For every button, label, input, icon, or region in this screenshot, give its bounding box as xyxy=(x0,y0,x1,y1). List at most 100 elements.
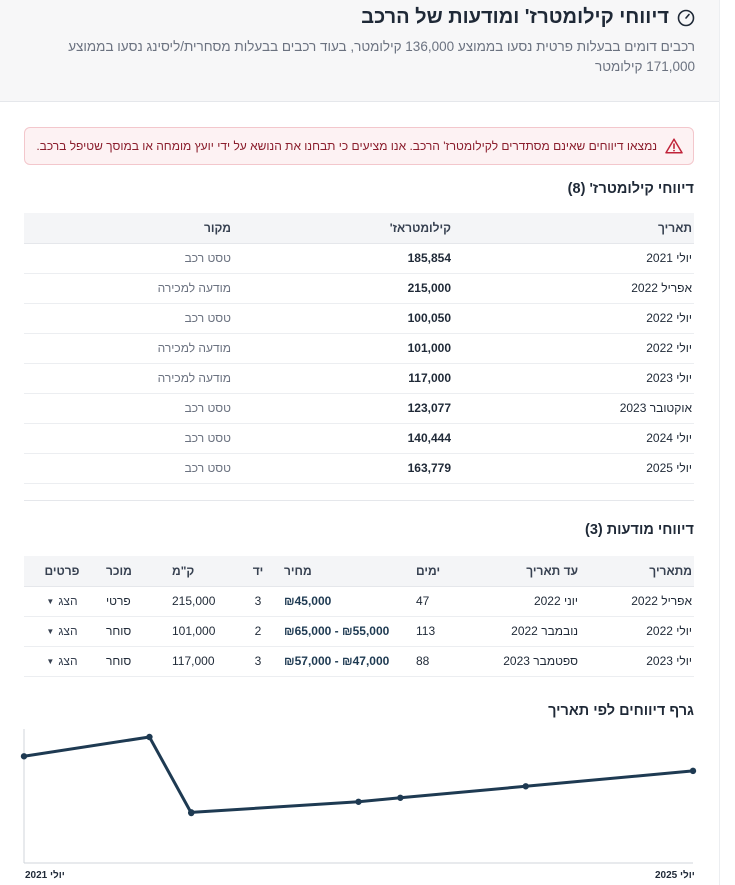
alert-text: נמצאו דיווחים שאינם מסתדרים לקילומטרז' ה… xyxy=(36,139,657,153)
row-source: טסט רכב xyxy=(24,243,241,274)
table-row: אוקטובר 2023 123,077 טסט רכב xyxy=(24,393,694,424)
row-date: יולי 2022 xyxy=(461,303,694,334)
col-hand: יד xyxy=(238,556,278,587)
row-hand: 2 xyxy=(238,616,278,647)
row-source: מודעה למכירה xyxy=(24,363,241,394)
section-divider xyxy=(24,500,694,501)
ads-section-title: דיווחי מודעות (3) xyxy=(585,522,694,538)
table-row: יולי 2023 117,000 מודעה למכירה xyxy=(24,363,694,394)
table-row: אפריל 2022 215,000 מודעה למכירה xyxy=(24,273,694,304)
table-row: יולי 2022 100,050 טסט רכב xyxy=(24,303,694,334)
row-source: טסט רכב xyxy=(24,423,241,454)
chevron-down-icon: ▼ xyxy=(46,596,55,606)
table-row: יולי 2023 ספטמבר 2023 88 ₪47,000 - ₪57,000 3… xyxy=(24,646,694,677)
data-point[interactable] xyxy=(397,794,404,801)
row-mileage: 117,000 xyxy=(241,363,461,394)
row-mileage: 215,000 xyxy=(241,273,461,304)
row-source: מודעה למכירה xyxy=(24,273,241,304)
mileage-section-title: דיווחי קילומטרז' (8) xyxy=(567,181,694,197)
row-to-date: נובמבר 2022 xyxy=(462,616,584,647)
table-row: יולי 2024 140,444 טסט רכב xyxy=(24,423,694,454)
table-header-row: תאריך קילומטראז' מקור xyxy=(24,213,694,244)
table-row: יולי 2025 163,779 טסט רכב xyxy=(24,453,694,484)
row-mileage: 123,077 xyxy=(241,393,461,424)
row-km: 215,000 xyxy=(166,586,238,617)
row-date: אפריל 2022 xyxy=(461,273,694,304)
row-price: ₪55,000 - ₪65,000 xyxy=(278,616,410,647)
row-from-date: יולי 2022 xyxy=(584,616,694,647)
row-hand: 3 xyxy=(238,646,278,677)
row-to-date: ספטמבר 2023 xyxy=(462,646,584,677)
chevron-down-icon: ▼ xyxy=(46,626,55,636)
table-row: יולי 2022 נובמבר 2022 113 ₪55,000 - ₪65,000… xyxy=(24,616,694,647)
row-mileage: 140,444 xyxy=(241,423,461,454)
show-details-button[interactable]: הצג ▼ xyxy=(46,594,77,608)
show-details-button[interactable]: הצג ▼ xyxy=(46,624,77,638)
row-seller: סוחר xyxy=(100,646,166,677)
row-date: יולי 2025 xyxy=(461,453,694,484)
col-days: ימים xyxy=(410,556,462,587)
chart-title: גרף דיווחים לפי תאריך xyxy=(548,703,694,719)
show-details-label: הצג xyxy=(58,594,78,608)
header-title-row: דיווחי קילומטרז' ומודעות של הרכב xyxy=(361,6,695,29)
row-mileage: 100,050 xyxy=(241,303,461,334)
col-price: מחיר xyxy=(278,556,410,587)
col-date: תאריך xyxy=(461,213,694,244)
mileage-warning-alert: נמצאו דיווחים שאינם מסתדרים לקילומטרז' ה… xyxy=(24,127,694,165)
row-source: מודעה למכירה xyxy=(24,333,241,364)
row-date: יולי 2023 xyxy=(461,363,694,394)
row-details: הצג ▼ xyxy=(24,586,100,617)
row-date: אוקטובר 2023 xyxy=(461,393,694,424)
row-price: ₪47,000 - ₪57,000 xyxy=(278,646,410,677)
row-seller: פרטי xyxy=(100,586,166,617)
data-point[interactable] xyxy=(146,733,153,741)
row-seller: סוחר xyxy=(100,616,166,647)
show-details-label: הצג xyxy=(58,654,78,668)
col-to-date: עד תאריך xyxy=(462,556,584,587)
col-seller: מוכר xyxy=(100,556,166,587)
row-mileage: 185,854 xyxy=(241,243,461,274)
x-axis-end-label: יולי 2025 xyxy=(655,870,695,881)
col-mileage: קילומטראז' xyxy=(241,213,461,244)
col-km: ק"מ xyxy=(166,556,238,587)
row-days: 88 xyxy=(410,646,462,677)
ads-table: מתאריך עד תאריך ימים מחיר יד ק"מ מוכר פר… xyxy=(24,556,694,677)
table-row: יולי 2021 185,854 טסט רכב xyxy=(24,243,694,274)
data-point[interactable] xyxy=(522,783,529,790)
data-point[interactable] xyxy=(188,809,195,816)
row-km: 117,000 xyxy=(166,646,238,677)
show-details-label: הצג xyxy=(58,624,78,638)
table-header-row: מתאריך עד תאריך ימים מחיר יד ק"מ מוכר פר… xyxy=(24,556,694,587)
col-details: פרטים xyxy=(24,556,100,587)
row-km: 101,000 xyxy=(166,616,238,647)
mileage-chart: יולי 2021 יולי 2025 xyxy=(0,725,719,885)
col-source: מקור xyxy=(24,213,241,244)
row-to-date: יוני 2022 xyxy=(462,586,584,617)
row-from-date: אפריל 2022 xyxy=(584,586,694,617)
page-subtitle: רכבים דומים בבעלות פרטית נסעו בממוצע 136… xyxy=(68,39,695,74)
data-point[interactable] xyxy=(689,767,697,775)
scrollbar[interactable] xyxy=(719,0,735,885)
chevron-down-icon: ▼ xyxy=(46,656,55,666)
mileage-table: תאריך קילומטראז' מקור יולי 2021 185,854 טס… xyxy=(24,213,694,484)
row-source: טסט רכב xyxy=(24,303,241,334)
show-details-button[interactable]: הצג ▼ xyxy=(46,654,77,668)
row-hand: 3 xyxy=(238,586,278,617)
data-point[interactable] xyxy=(355,798,362,805)
page-title: דיווחי קילומטרז' ומודעות של הרכב xyxy=(361,6,669,28)
speedometer-icon xyxy=(677,9,695,26)
x-axis-start-label: יולי 2021 xyxy=(25,870,65,881)
mileage-line-chart xyxy=(20,729,697,864)
row-date: יולי 2024 xyxy=(461,423,694,454)
row-date: יולי 2021 xyxy=(461,243,694,274)
data-point[interactable] xyxy=(20,753,28,760)
row-date: יולי 2022 xyxy=(461,333,694,364)
row-source: טסט רכב xyxy=(24,453,241,484)
col-from-date: מתאריך xyxy=(584,556,694,587)
table-row: אפריל 2022 יוני 2022 47 ₪45,000 3 215,000 פרטי… xyxy=(24,586,694,617)
row-mileage: 101,000 xyxy=(241,333,461,364)
row-days: 113 xyxy=(410,616,462,647)
row-details: הצג ▼ xyxy=(24,616,100,647)
table-row: יולי 2022 101,000 מודעה למכירה xyxy=(24,333,694,364)
row-details: הצג ▼ xyxy=(24,646,100,677)
